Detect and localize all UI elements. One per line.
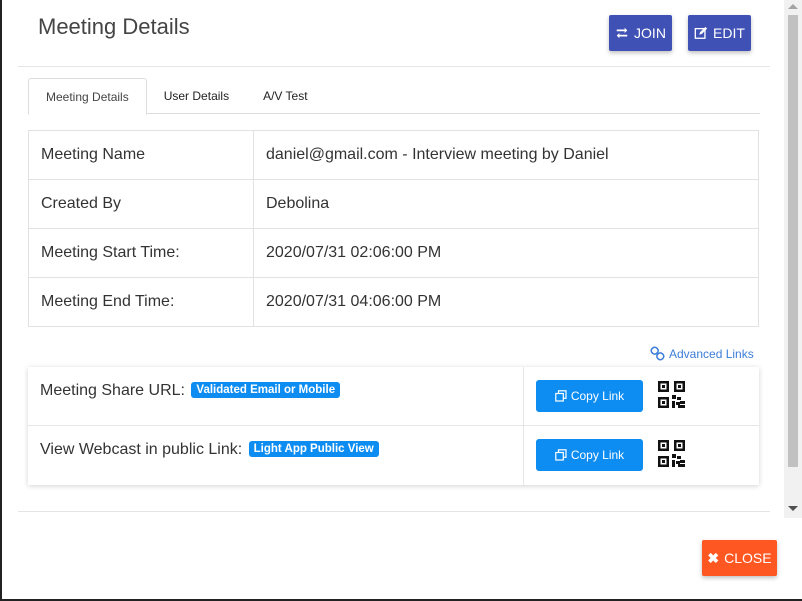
detail-label: Meeting End Time: [28,277,254,327]
advanced-links-label: Advanced Links [669,346,754,361]
copy-icon [555,390,567,402]
advanced-links-link[interactable]: Advanced Links [650,346,754,361]
table-row: Meeting Start Time: 2020/07/31 02:06:00 … [28,228,759,278]
detail-value: 2020/07/31 02:06:00 PM [253,228,759,278]
share-link-label: View Webcast in public Link: [40,441,243,458]
detail-label: Meeting Start Time: [28,228,254,278]
scroll-up-icon[interactable] [788,4,798,9]
detail-value: 2020/07/31 04:06:00 PM [253,277,759,327]
share-link-row: Meeting Share URL: Validated Email or Mo… [28,367,759,426]
scroll-down-icon[interactable] [788,506,798,511]
join-button-label: JOIN [634,25,666,41]
table-row: Meeting End Time: 2020/07/31 04:06:00 PM [28,277,759,327]
close-button-label: CLOSE [724,550,772,566]
meeting-details-table: Meeting Name daniel@gmail.com - Intervie… [28,130,759,327]
detail-value: Debolina [253,179,759,229]
vertical-scrollbar[interactable] [784,0,802,518]
qr-code-icon[interactable] [658,440,685,467]
modal-body: Meeting Details JOIN EDIT Meeting Detail… [2,0,784,518]
table-row: Meeting Name daniel@gmail.com - Intervie… [28,130,759,180]
copy-link-label: Copy Link [570,448,625,462]
link-icon [650,346,665,361]
exchange-icon [616,27,628,39]
join-button[interactable]: JOIN [609,15,672,51]
copy-link-button[interactable]: Copy Link [536,439,643,471]
share-link-cell: View Webcast in public Link: Light App P… [28,426,524,485]
detail-value: daniel@gmail.com - Interview meeting by … [253,130,759,180]
tab-bar: Meeting Details User Details A/V Test [28,78,760,115]
share-link-row: View Webcast in public Link: Light App P… [28,426,759,485]
copy-link-button[interactable]: Copy Link [536,380,643,412]
copy-link-label: Copy Link [570,389,625,403]
close-icon: ✖ [707,549,720,566]
tab-user-details[interactable]: User Details [147,78,246,114]
detail-label: Created By [28,179,254,229]
close-button[interactable]: ✖ CLOSE [702,540,777,576]
qr-code-icon[interactable] [658,381,685,408]
tab-meeting-details[interactable]: Meeting Details [28,78,147,115]
share-links-panel: Meeting Share URL: Validated Email or Mo… [28,367,759,485]
tab-av-test[interactable]: A/V Test [246,78,324,114]
share-link-label: Meeting Share URL: [40,382,185,399]
share-link-badge: Light App Public View [248,441,379,457]
modal-title: Meeting Details [38,14,190,39]
scrollbar-thumb[interactable] [788,15,798,467]
copy-icon [555,449,567,461]
edit-button[interactable]: EDIT [688,15,751,51]
edit-icon [694,26,708,39]
share-link-cell: Meeting Share URL: Validated Email or Mo… [28,367,524,426]
share-link-badge: Validated Email or Mobile [191,382,341,398]
detail-label: Meeting Name [28,130,254,180]
header-divider [18,66,770,67]
edit-button-label: EDIT [713,25,745,41]
footer-divider [18,511,770,512]
table-row: Created By Debolina [28,179,759,229]
